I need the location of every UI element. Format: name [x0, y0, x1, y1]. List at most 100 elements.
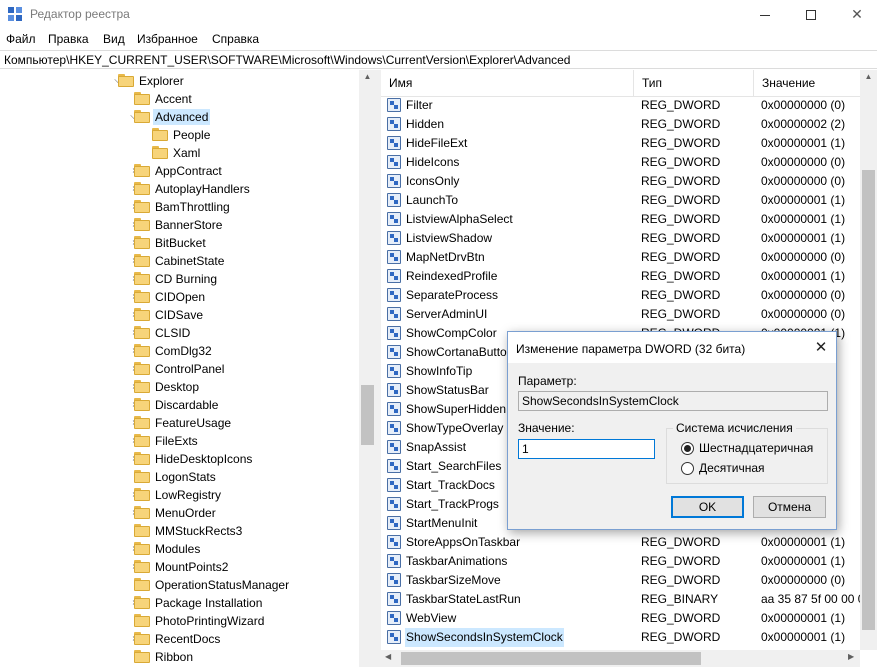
tree-item[interactable]: ›ComDlg32	[0, 342, 376, 360]
address-bar[interactable]: Компьютер\HKEY_CURRENT_USER\SOFTWARE\Mic…	[0, 50, 877, 69]
dialog-close-button[interactable]: ✕	[810, 337, 832, 359]
table-row[interactable]: Filter REG_DWORD 0x00000000 (0)	[381, 96, 861, 115]
list-scroll-thumb[interactable]	[862, 170, 875, 630]
tree-item-label: ComDlg32	[155, 344, 212, 358]
table-row[interactable]: Hidden REG_DWORD 0x00000002 (2)	[381, 115, 861, 134]
scroll-up-icon[interactable]: ▲	[860, 72, 877, 81]
tree-item[interactable]: ›HideDesktopIcons	[0, 450, 376, 468]
regedit-app-icon	[8, 7, 22, 21]
list-horizontal-scrollbar[interactable]: ◀ ▶	[381, 650, 860, 667]
menu-edit[interactable]: Правка	[48, 32, 89, 46]
tree-item[interactable]: ›ControlPanel	[0, 360, 376, 378]
tree-item-label: People	[173, 128, 211, 142]
tree-item[interactable]: ›MenuOrder	[0, 504, 376, 522]
tree-item[interactable]: MMStuckRects3	[0, 522, 376, 540]
registry-value-icon	[387, 307, 401, 321]
tree-item[interactable]: ›LowRegistry	[0, 486, 376, 504]
value-name: TaskbarStateLastRun	[406, 592, 521, 606]
column-value[interactable]: Значение	[754, 70, 861, 97]
cell-value: 0x00000001 (1)	[761, 554, 846, 568]
tree-item[interactable]: ›CabinetState	[0, 252, 376, 270]
tree-item[interactable]: Xaml	[0, 144, 376, 162]
registry-value-icon	[387, 250, 401, 264]
tree-item[interactable]: ›FileExts	[0, 432, 376, 450]
close-button[interactable]: ✕	[834, 0, 877, 30]
maximize-button[interactable]	[788, 0, 834, 30]
table-row[interactable]: ServerAdminUI REG_DWORD 0x00000000 (0)	[381, 305, 861, 324]
ok-button[interactable]: OK	[671, 496, 744, 518]
table-row[interactable]: WebView REG_DWORD 0x00000001 (1)	[381, 609, 861, 628]
table-row[interactable]: ListviewShadow REG_DWORD 0x00000001 (1)	[381, 229, 861, 248]
tree-item[interactable]: ›AppContract	[0, 162, 376, 180]
radio-hex[interactable]	[681, 442, 694, 455]
menu-view[interactable]: Вид	[103, 32, 125, 46]
menu-favorites[interactable]: Избранное	[137, 32, 198, 46]
scroll-up-icon[interactable]: ▲	[359, 72, 376, 81]
tree-item[interactable]: LogonStats	[0, 468, 376, 486]
tree-item-label: Modules	[155, 542, 201, 556]
tree-item[interactable]: ›Desktop	[0, 378, 376, 396]
folder-icon	[134, 110, 150, 123]
tree-item[interactable]: ›AutoplayHandlers	[0, 180, 376, 198]
table-row[interactable]: MapNetDrvBtn REG_DWORD 0x00000000 (0)	[381, 248, 861, 267]
tree-item[interactable]: ›CIDSave	[0, 306, 376, 324]
table-row[interactable]: TaskbarStateLastRun REG_BINARY aa 35 87 5f…	[381, 590, 861, 609]
table-row[interactable]: SeparateProcess REG_DWORD 0x00000000 (0)	[381, 286, 861, 305]
radio-dec[interactable]	[681, 462, 694, 475]
tree-item[interactable]: ›FeatureUsage	[0, 414, 376, 432]
tree-item[interactable]: ›MountPoints2	[0, 558, 376, 576]
tree-item[interactable]: People	[0, 126, 376, 144]
list-hscroll-thumb[interactable]	[401, 652, 701, 665]
tree-item[interactable]: ›Discardable	[0, 396, 376, 414]
list-vertical-scrollbar[interactable]: ▲	[860, 70, 877, 650]
table-row[interactable]: StoreAppsOnTaskbar REG_DWORD 0x00000001 (1…	[381, 533, 861, 552]
tree-item[interactable]: ›BannerStore	[0, 216, 376, 234]
table-row[interactable]: LaunchTo REG_DWORD 0x00000001 (1)	[381, 191, 861, 210]
folder-icon	[134, 434, 150, 447]
value-data-input[interactable]: 1	[518, 439, 655, 459]
tree-item[interactable]: ›BamThrottling	[0, 198, 376, 216]
tree-item[interactable]: Accent	[0, 90, 376, 108]
scroll-right-icon[interactable]: ▶	[848, 652, 854, 661]
radio-hex-label[interactable]: Шестнадцатеричная	[699, 441, 813, 455]
value-name: HideIcons	[406, 155, 460, 169]
tree-item-label: CIDOpen	[155, 290, 206, 304]
table-row[interactable]: ListviewAlphaSelect REG_DWORD 0x00000001 (…	[381, 210, 861, 229]
tree-item[interactable]: ›CD Burning	[0, 270, 376, 288]
tree-item-label: ControlPanel	[155, 362, 225, 376]
tree-scroll-thumb[interactable]	[361, 385, 374, 445]
table-row[interactable]: HideFileExt REG_DWORD 0x00000001 (1)	[381, 134, 861, 153]
tree-item[interactable]: OperationStatusManager	[0, 576, 376, 594]
tree-vertical-scrollbar[interactable]: ▲	[359, 70, 376, 667]
radio-dec-label[interactable]: Десятичная	[699, 461, 765, 475]
tree-item-label: AppContract	[155, 164, 222, 178]
tree-item[interactable]: ›Modules	[0, 540, 376, 558]
tree-item-label: AutoplayHandlers	[155, 182, 250, 196]
tree-item[interactable]: ›Package Installation	[0, 594, 376, 612]
cell-name: LaunchTo	[387, 191, 633, 210]
scroll-left-icon[interactable]: ◀	[385, 652, 391, 661]
tree-item[interactable]: Ribbon	[0, 648, 376, 666]
menu-file[interactable]: Файл	[6, 32, 36, 46]
cell-name: MapNetDrvBtn	[387, 248, 633, 267]
column-name[interactable]: Имя	[381, 70, 634, 97]
menu-help[interactable]: Справка	[212, 32, 259, 46]
tree-item[interactable]: ›RecentDocs	[0, 630, 376, 648]
cancel-button[interactable]: Отмена	[753, 496, 826, 518]
tree-item[interactable]: PhotoPrintingWizard	[0, 612, 376, 630]
tree-item[interactable]: ›CLSID	[0, 324, 376, 342]
table-row[interactable]: HideIcons REG_DWORD 0x00000000 (0)	[381, 153, 861, 172]
tree-item[interactable]: ⌵Advanced	[0, 108, 376, 126]
column-type[interactable]: Тип	[634, 70, 754, 97]
tree-item[interactable]: ›CIDOpen	[0, 288, 376, 306]
table-row[interactable]: IconsOnly REG_DWORD 0x00000000 (0)	[381, 172, 861, 191]
tree-item-label: CD Burning	[155, 272, 218, 286]
tree-item[interactable]: ›BitBucket	[0, 234, 376, 252]
minimize-button[interactable]	[742, 0, 788, 30]
cell-type: REG_DWORD	[641, 250, 721, 264]
table-row[interactable]: TaskbarSizeMove REG_DWORD 0x00000000 (0)	[381, 571, 861, 590]
table-row[interactable]: TaskbarAnimations REG_DWORD 0x00000001 (1)	[381, 552, 861, 571]
table-row[interactable]: ShowSecondsInSystemClock REG_DWORD 0x00000…	[381, 628, 861, 647]
tree-item[interactable]: ⌵Explorer	[0, 72, 376, 90]
table-row[interactable]: ReindexedProfile REG_DWORD 0x00000001 (1)	[381, 267, 861, 286]
